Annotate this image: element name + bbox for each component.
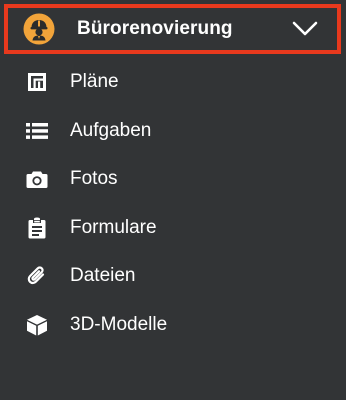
nav-item-fotos[interactable]: Fotos: [0, 155, 346, 204]
nav-label-formulare: Formulare: [70, 216, 157, 238]
nav-label-3d-modelle: 3D-Modelle: [70, 313, 168, 335]
nav-label-fotos: Fotos: [70, 168, 118, 190]
nav-label-plaene: Pläne: [70, 71, 119, 93]
project-title: Bürorenovierung: [77, 18, 233, 39]
nav-item-formulare[interactable]: Formulare: [0, 204, 346, 253]
paperclip-icon: [25, 264, 49, 288]
camera-icon: [25, 167, 49, 191]
clipboard-icon: [25, 216, 49, 240]
nav-item-aufgaben[interactable]: Aufgaben: [0, 107, 346, 156]
nav-item-dateien[interactable]: Dateien: [0, 252, 346, 301]
plans-icon: [25, 70, 49, 94]
nav-item-plaene[interactable]: Pläne: [0, 58, 346, 107]
list-icon: [25, 119, 49, 143]
nav-item-3d-modelle[interactable]: 3D-Modelle: [0, 301, 346, 350]
chevron-down-icon[interactable]: [292, 20, 318, 38]
hard-hat-worker-icon: [23, 13, 55, 45]
nav-label-aufgaben: Aufgaben: [70, 119, 152, 141]
nav-label-dateien: Dateien: [70, 265, 136, 287]
cube-icon: [25, 313, 49, 337]
project-selector[interactable]: Bürorenovierung: [4, 4, 341, 54]
project-navigation: Pläne Aufgaben Fotos Formulare Dateien 3…: [0, 58, 346, 349]
